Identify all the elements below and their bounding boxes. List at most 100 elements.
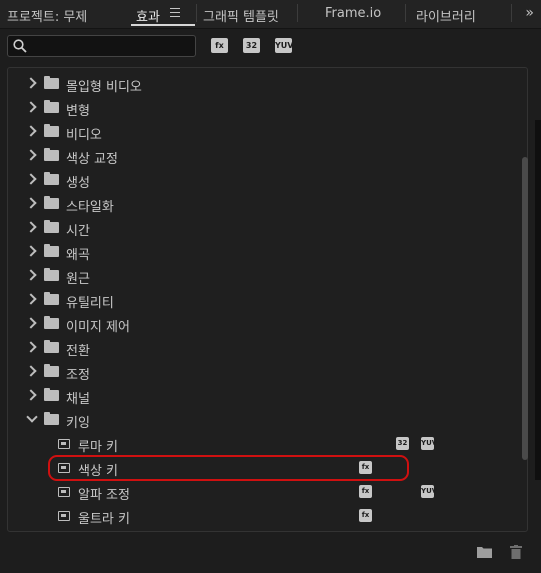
folder-icon <box>44 76 59 89</box>
folder-label: 비디오 <box>66 128 102 143</box>
chevron-right-icon[interactable] <box>25 389 37 401</box>
tab-overflow-button[interactable]: » <box>525 5 534 21</box>
search-input[interactable] <box>7 35 196 57</box>
folder-row[interactable]: 조정 <box>7 360 512 384</box>
folder-label: 왜곡 <box>66 248 90 263</box>
tab-separator <box>405 4 406 22</box>
tab-separator <box>196 4 197 22</box>
fx-badge-icon: fx <box>359 461 372 474</box>
chevron-right-icon[interactable] <box>25 245 37 257</box>
chevron-right-icon[interactable] <box>25 173 37 185</box>
folder-label: 생성 <box>66 176 90 191</box>
tab-library[interactable]: 라이브러리 <box>416 6 476 25</box>
folder-row[interactable]: 키잉 <box>7 408 512 432</box>
effect-row[interactable]: 루마 키 32 YUV <box>7 432 512 456</box>
folder-label: 전환 <box>66 344 90 359</box>
effect-row[interactable]: 울트라 키 fx <box>7 504 512 528</box>
effect-label: 루마 키 <box>78 440 119 455</box>
folder-icon <box>44 124 59 137</box>
32bit-badge-icon: 32 <box>396 437 409 450</box>
chevron-right-icon[interactable] <box>25 77 37 89</box>
folder-label: 몰입형 비디오 <box>66 80 142 95</box>
folder-row[interactable]: 유틸리티 <box>7 288 512 312</box>
folder-label: 조정 <box>66 368 90 383</box>
chevron-right-icon[interactable] <box>25 293 37 305</box>
folder-icon <box>44 268 59 281</box>
folder-row[interactable]: 생성 <box>7 168 512 192</box>
folder-row[interactable]: 이미지 제어 <box>7 312 512 336</box>
folder-row[interactable]: 전환 <box>7 336 512 360</box>
folder-icon <box>44 196 59 209</box>
tab-separator <box>297 4 298 22</box>
folder-icon <box>44 292 59 305</box>
folder-row[interactable]: 변형 <box>7 96 512 120</box>
tab-graphics-templates[interactable]: 그래픽 템플릿 <box>203 6 279 25</box>
panel-edge <box>535 120 541 480</box>
effect-icon <box>58 487 70 497</box>
folder-icon <box>44 244 59 257</box>
effect-label: 알파 조정 <box>78 488 130 503</box>
chevron-right-icon[interactable] <box>25 125 37 137</box>
folder-label: 시간 <box>66 224 90 239</box>
tab-project[interactable]: 프로젝트: 무제 <box>7 6 87 25</box>
folder-row[interactable]: 스타일화 <box>7 192 512 216</box>
folder-label: 원근 <box>66 272 90 287</box>
folder-label: 이미지 제어 <box>66 320 130 335</box>
chevron-right-icon[interactable] <box>25 197 37 209</box>
folder-label: 스타일화 <box>66 200 114 215</box>
folder-row[interactable]: 채널 <box>7 384 512 408</box>
chevron-right-icon[interactable] <box>25 221 37 233</box>
folder-icon <box>44 100 59 113</box>
scrollbar-thumb[interactable] <box>522 157 528 460</box>
folder-icon <box>44 388 59 401</box>
effect-icon <box>58 511 70 521</box>
chevron-right-icon[interactable] <box>25 341 37 353</box>
chevron-right-icon[interactable] <box>25 269 37 281</box>
accelerated-effects-filter-button[interactable]: fx <box>211 38 228 53</box>
folder-icon <box>44 316 59 329</box>
search-icon <box>13 39 27 53</box>
trash-icon[interactable] <box>510 545 522 559</box>
effect-row[interactable]: 색상 키 fx <box>7 456 512 480</box>
folder-row[interactable]: 비디오 <box>7 120 512 144</box>
folder-row[interactable]: 색상 교정 <box>7 144 512 168</box>
yuv-badge-icon: YUV <box>421 437 437 450</box>
folder-label: 채널 <box>66 392 90 407</box>
fx-badge-icon: fx <box>359 509 372 522</box>
folder-row[interactable]: 몰입형 비디오 <box>7 72 512 96</box>
tab-effects[interactable]: 효과 <box>136 6 160 25</box>
folder-icon <box>44 340 59 353</box>
effect-icon <box>58 439 70 449</box>
32bit-filter-button[interactable]: 32 <box>243 38 260 53</box>
effect-label: 울트라 키 <box>78 512 130 527</box>
folder-row[interactable]: 원근 <box>7 264 512 288</box>
effect-label: 색상 키 <box>78 464 119 479</box>
chevron-right-icon[interactable] <box>25 365 37 377</box>
active-tab-indicator <box>131 24 195 26</box>
folder-icon <box>44 172 59 185</box>
folder-icon <box>44 412 59 425</box>
folder-icon <box>44 220 59 233</box>
chevron-right-icon[interactable] <box>25 149 37 161</box>
effect-icon <box>58 463 70 473</box>
chevron-right-icon[interactable] <box>25 317 37 329</box>
folder-row[interactable]: 시간 <box>7 216 512 240</box>
new-folder-icon[interactable] <box>477 545 492 558</box>
panel-menu-icon[interactable] <box>170 8 180 17</box>
folder-label: 변형 <box>66 104 90 119</box>
effect-row[interactable]: 알파 조정 fx YUV <box>7 480 512 504</box>
folder-icon <box>44 148 59 161</box>
folder-label: 키잉 <box>66 416 90 431</box>
folder-icon <box>44 364 59 377</box>
yuv-filter-button[interactable]: YUV <box>275 38 293 53</box>
folder-row[interactable]: 왜곡 <box>7 240 512 264</box>
tab-frameio[interactable]: Frame.io <box>325 6 381 21</box>
folder-label: 유틸리티 <box>66 296 114 311</box>
chevron-down-icon[interactable] <box>26 411 38 423</box>
yuv-badge-icon: YUV <box>421 485 437 498</box>
panel-tab-bar: 프로젝트: 무제 효과 그래픽 템플릿 Frame.io 라이브러리 » <box>0 0 541 29</box>
fx-badge-icon: fx <box>359 485 372 498</box>
tab-separator <box>511 4 512 22</box>
chevron-right-icon[interactable] <box>25 101 37 113</box>
folder-label: 색상 교정 <box>66 152 118 167</box>
